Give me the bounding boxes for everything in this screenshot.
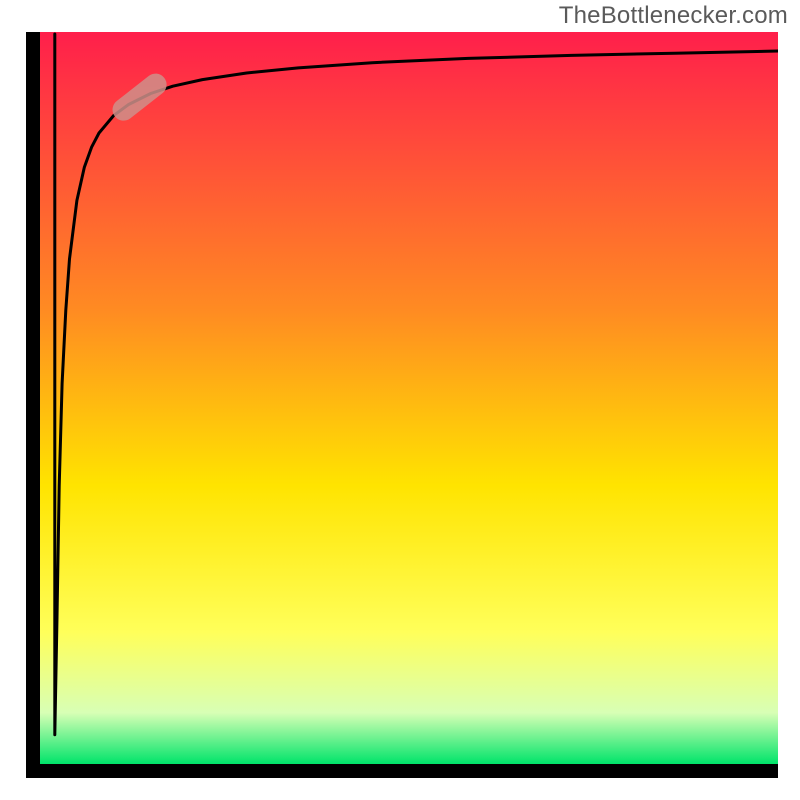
watermark-text: TheBottlenecker.com [559,2,788,30]
x-axis [26,764,778,778]
chart-container: TheBottlenecker.com [0,0,800,800]
plot-background [40,32,778,764]
chart-svg [26,32,778,778]
plot-wrap [26,32,778,778]
y-axis [26,32,40,778]
